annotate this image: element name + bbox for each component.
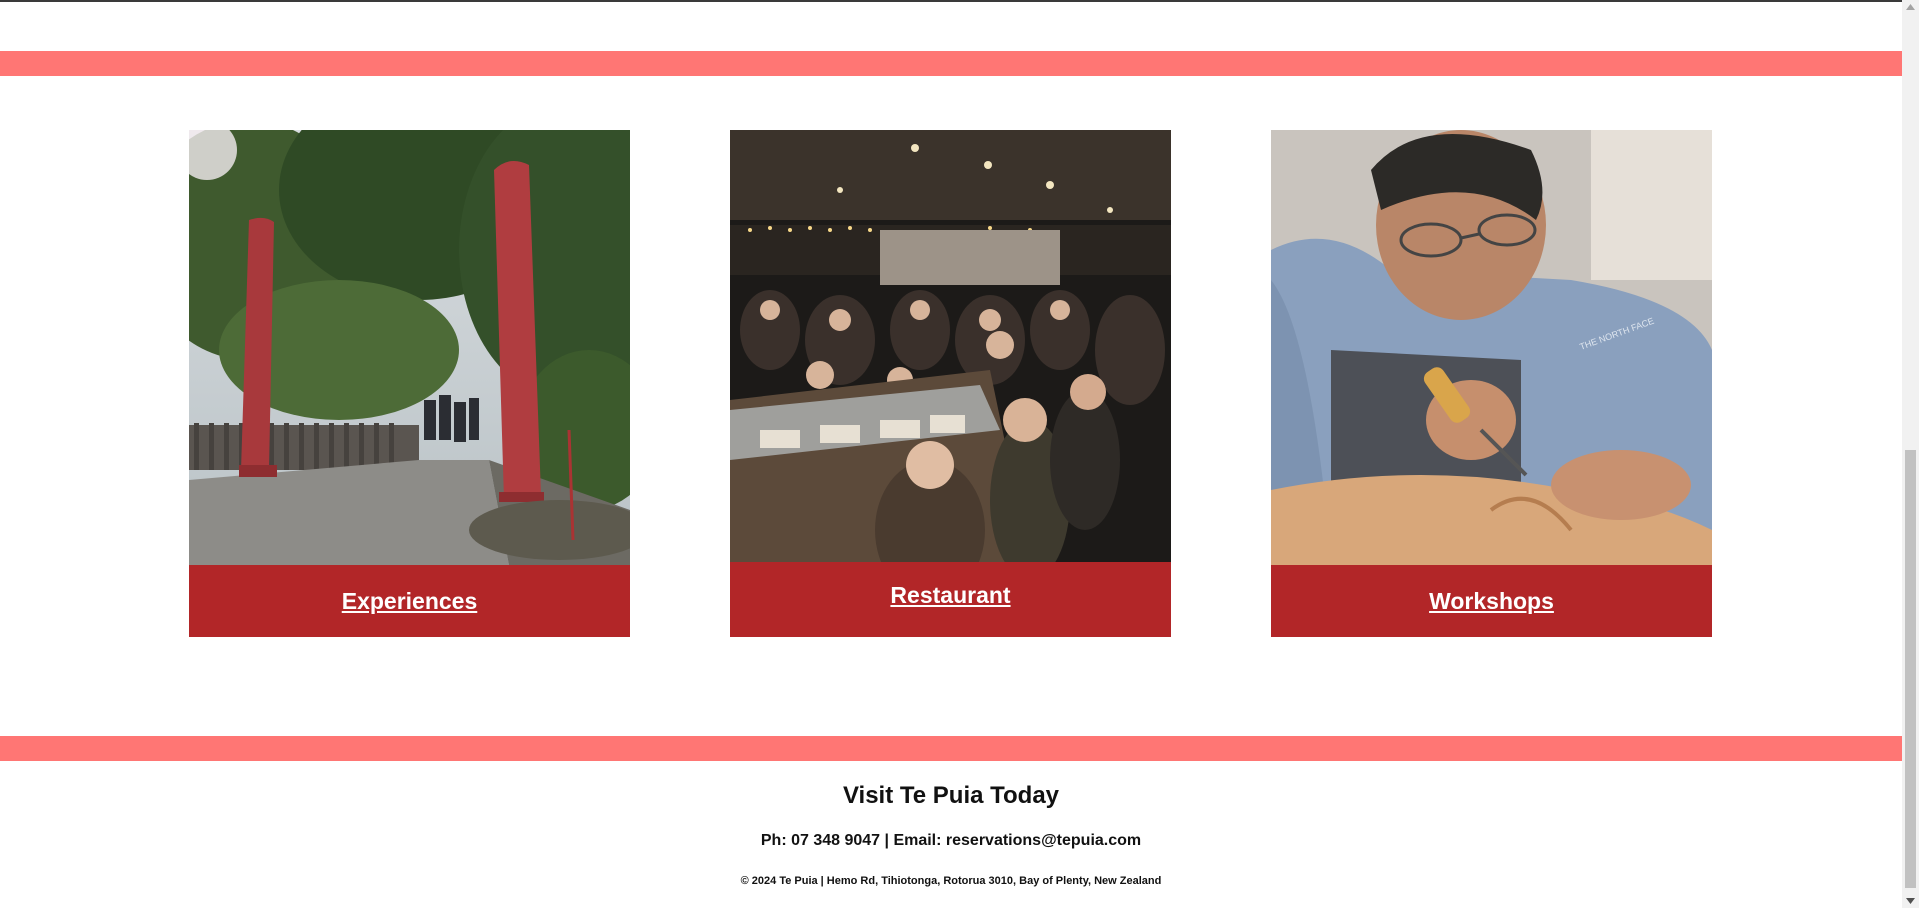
decorative-band-bottom bbox=[0, 736, 1902, 761]
carved-pou-entrance-photo bbox=[189, 130, 630, 565]
restaurant-link[interactable]: Restaurant bbox=[890, 582, 1010, 609]
buffet-restaurant-photo bbox=[730, 130, 1171, 562]
wood-carving-workshop-photo: THE NORTH FACE bbox=[1271, 130, 1712, 565]
card-experiences[interactable]: Experiences bbox=[189, 130, 630, 637]
card-label-bar: Restaurant bbox=[730, 562, 1171, 637]
workshops-link[interactable]: Workshops bbox=[1429, 588, 1554, 615]
scroll-down-arrow-icon[interactable] bbox=[1902, 894, 1919, 908]
vertical-scrollbar[interactable] bbox=[1902, 0, 1919, 908]
decorative-band-top bbox=[0, 51, 1902, 76]
card-label-bar: Experiences bbox=[189, 565, 630, 637]
card-workshops[interactable]: THE NORTH FACE Workshops bbox=[1271, 130, 1712, 637]
scrollbar-thumb[interactable] bbox=[1905, 450, 1916, 888]
experiences-link[interactable]: Experiences bbox=[342, 588, 478, 615]
browser-top-border bbox=[0, 0, 1919, 2]
footer-contact: Ph: 07 348 9047 | Email: reservations@te… bbox=[760, 832, 1142, 849]
footer-title: Visit Te Puia Today bbox=[842, 782, 1060, 809]
card-label-bar: Workshops bbox=[1271, 565, 1712, 637]
card-restaurant[interactable]: Restaurant bbox=[730, 130, 1171, 637]
footer-copyright: © 2024 Te Puia | Hemo Rd, Tihiotonga, Ro… bbox=[740, 875, 1162, 887]
scroll-up-arrow-icon[interactable] bbox=[1902, 0, 1919, 14]
